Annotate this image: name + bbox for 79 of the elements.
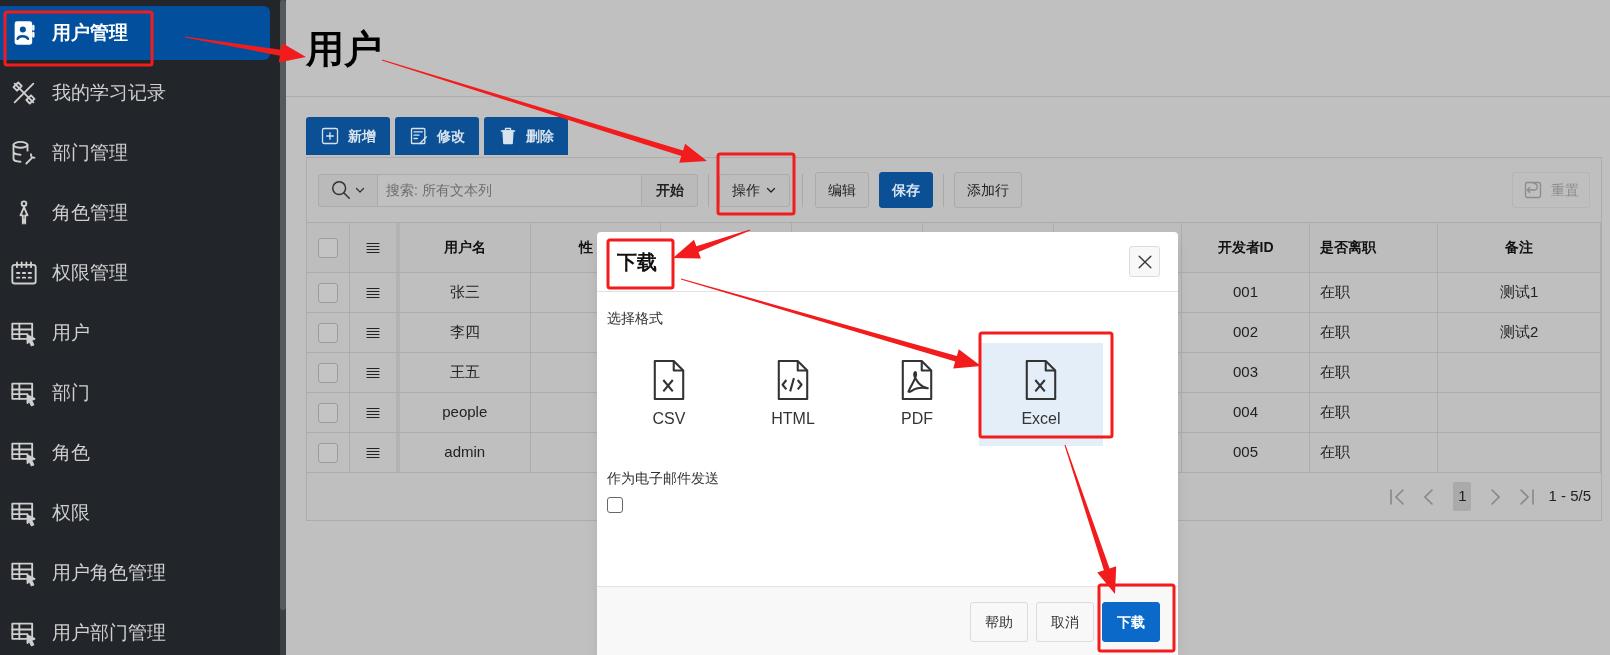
page-range: 1 - 5/5	[1548, 486, 1591, 507]
toolbar-button[interactable]: 删除	[484, 117, 568, 155]
column-header[interactable]: 用户名	[443, 237, 486, 258]
section-label: 选择格式	[607, 309, 663, 328]
table-cell-text: admin	[444, 442, 486, 463]
table-cell-text: 在职	[1320, 442, 1351, 463]
toolbar-button[interactable]: 添加行	[954, 172, 1022, 208]
edit-icon	[409, 126, 429, 146]
pencil-ruler-icon	[10, 79, 38, 107]
checkbox[interactable]	[317, 282, 338, 303]
table-cell-text: 004	[1233, 402, 1259, 423]
checkbox[interactable]	[317, 237, 338, 258]
search-icon	[330, 179, 352, 201]
trash-icon	[498, 126, 518, 146]
toolbar-button[interactable]: 保存	[879, 172, 933, 208]
checkbox[interactable]	[317, 442, 338, 463]
table-cell-text: 在职	[1320, 322, 1351, 343]
table-cell-text: 测试1	[1499, 282, 1539, 303]
table-cell-text: 003	[1233, 362, 1259, 383]
scrollbar[interactable]	[280, 0, 286, 655]
format-option[interactable]: Excel	[979, 343, 1103, 446]
checkbox[interactable]	[317, 322, 338, 343]
toolbar-button[interactable]: 修改	[395, 117, 479, 155]
undo-icon	[1523, 180, 1543, 200]
checkbox-label: 作为电子邮件发送	[607, 469, 719, 488]
table-cell-text: 李四	[449, 322, 480, 343]
sidebar-item[interactable]: 用户部门管理	[0, 606, 270, 655]
pdf-file-icon	[899, 358, 935, 401]
search-menu-button[interactable]	[318, 173, 378, 207]
dialog-title: 下载	[617, 249, 657, 275]
table-cell-text: 张三	[449, 282, 480, 303]
checkbox[interactable]	[317, 362, 338, 383]
toolbar-button[interactable]: 编辑	[815, 172, 869, 208]
column-header[interactable]: 备注	[1505, 237, 1534, 258]
table-cell-text: people	[442, 402, 488, 423]
dialog-button[interactable]: 下载	[1102, 602, 1160, 642]
sidebar-item[interactable]: 我的学习记录	[0, 66, 270, 120]
spreadsheet-file-icon	[1023, 358, 1059, 401]
highlight-frame	[606, 238, 675, 290]
sidebar-item[interactable]: 角色	[0, 426, 270, 480]
calendar-icon	[10, 259, 38, 287]
sidebar-item[interactable]: 部门管理	[0, 126, 270, 180]
page-title: 用户	[306, 26, 382, 72]
last-page-icon[interactable]	[1520, 488, 1535, 505]
code-file-icon	[775, 358, 811, 401]
go-button[interactable]: 开始	[641, 173, 698, 207]
table-cell-text: 在职	[1320, 402, 1351, 423]
column-header[interactable]: 开发者ID	[1217, 237, 1274, 258]
page-number[interactable]: 1	[1453, 482, 1472, 511]
sidebar-item[interactable]: 用户	[0, 306, 270, 360]
search-field[interactable]: 搜索: 所有文本列	[378, 173, 641, 207]
database-wrench-icon	[10, 139, 38, 167]
table-cell-text: 001	[1233, 282, 1259, 303]
first-page-icon[interactable]	[1390, 488, 1405, 505]
toolbar-button[interactable]: 新增	[306, 117, 390, 155]
sidebar-item[interactable]: 权限	[0, 486, 270, 540]
table-cell-text: 王五	[449, 362, 480, 383]
checkbox[interactable]	[317, 402, 338, 423]
checkbox[interactable]	[607, 497, 623, 513]
plus-icon	[320, 126, 340, 146]
spreadsheet-file-icon	[651, 358, 687, 401]
sidebar-item[interactable]: 角色管理	[0, 186, 270, 240]
sidebar-item[interactable]: 权限管理	[0, 246, 270, 300]
table-cell-text: 在职	[1320, 362, 1351, 383]
sidebar-item[interactable]: 用户角色管理	[0, 546, 270, 600]
next-page-icon[interactable]	[1491, 488, 1501, 505]
table-cell-text: 002	[1233, 322, 1259, 343]
sidebar-item[interactable]: 部门	[0, 366, 270, 420]
previous-page-icon[interactable]	[1424, 488, 1434, 505]
table-cell-text: 005	[1233, 442, 1259, 463]
table-cell-text: 在职	[1320, 282, 1351, 303]
column-header[interactable]: 是否离职	[1320, 237, 1377, 258]
table-cell-text: 测试2	[1499, 322, 1539, 343]
column-header[interactable]: 性	[578, 237, 593, 258]
actions-menu-button[interactable]: 操作	[719, 173, 790, 207]
close-button[interactable]	[1129, 246, 1160, 277]
dialog-button[interactable]: 帮助	[970, 602, 1028, 642]
dialog-button[interactable]: 取消	[1036, 602, 1094, 642]
sidebar-item[interactable]: 用户管理	[0, 6, 270, 60]
